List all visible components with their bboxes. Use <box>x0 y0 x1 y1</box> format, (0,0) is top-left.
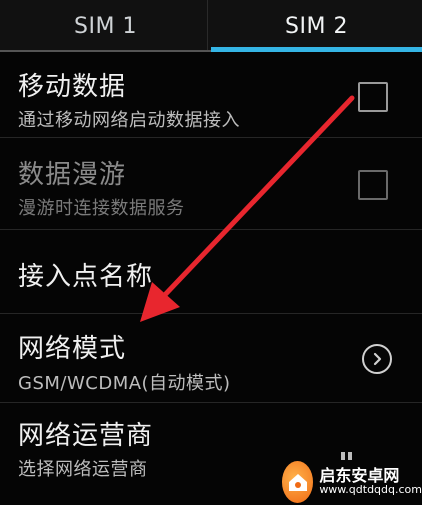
watermark-logo-icon <box>282 460 314 503</box>
network-operator-title: 网络运营商 <box>18 421 154 451</box>
tab-sim-1-label: SIM 1 <box>74 13 137 39</box>
apn-title: 接入点名称 <box>18 262 154 292</box>
setting-access-point-names[interactable]: 接入点名称 <box>0 230 422 314</box>
network-mode-title: 网络模式 <box>18 334 127 364</box>
setting-mobile-data[interactable]: 移动数据 通过移动网络启动数据接入 <box>0 52 422 138</box>
setting-network-mode[interactable]: 网络模式 GSM/WCDMA(自动模式) <box>0 314 422 403</box>
network-mode-summary: GSM/WCDMA(自动模式) <box>18 373 231 394</box>
data-roaming-summary: 漫游时连接数据服务 <box>18 198 185 219</box>
sim-tabs: SIM 1 SIM 2 <box>0 0 422 52</box>
mobile-data-title: 移动数据 <box>18 72 127 102</box>
tab-sim-2[interactable]: SIM 2 <box>211 0 422 52</box>
tab-sim-2-label: SIM 2 <box>285 13 348 39</box>
setting-data-roaming[interactable]: 数据漫游 漫游时连接数据服务 <box>0 138 422 230</box>
watermark-url: www.qdtdqdq.com <box>319 483 422 497</box>
data-roaming-checkbox-icon[interactable] <box>358 170 388 200</box>
mobile-data-summary: 通过移动网络启动数据接入 <box>18 110 240 131</box>
house-icon <box>288 473 307 491</box>
chevron-right-circle-icon[interactable] <box>362 344 392 374</box>
network-operator-summary: 选择网络运营商 <box>18 459 148 480</box>
tab-sim-1[interactable]: SIM 1 <box>0 0 211 52</box>
watermark-text: 启东安卓网 www.qdtdqdq.com <box>319 467 422 497</box>
watermark-name: 启东安卓网 <box>319 465 400 485</box>
chevron-right-icon <box>373 352 382 366</box>
watermark: 启东安卓网 www.qdtdqdq.com <box>282 458 422 505</box>
data-roaming-title: 数据漫游 <box>18 160 127 190</box>
mobile-network-settings-screen: SIM 1 SIM 2 移动数据 通过移动网络启动数据接入 数据漫游 漫游时连接… <box>0 0 422 505</box>
mobile-data-checkbox-icon[interactable] <box>358 82 388 112</box>
tab-divider <box>207 0 208 52</box>
